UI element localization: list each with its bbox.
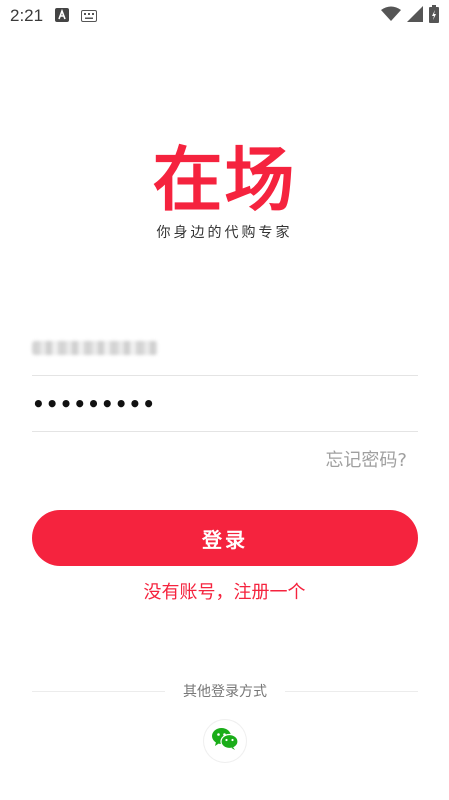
a-notification-icon bbox=[55, 7, 70, 26]
other-login-divider: 其他登录方式 bbox=[32, 680, 418, 702]
login-screen: 2:21 在场 你身边的代购专家 ••••••••• 忘记密码? 登录 没有账号… bbox=[0, 0, 449, 800]
account-input[interactable] bbox=[32, 320, 418, 376]
wifi-icon bbox=[381, 6, 401, 26]
status-bar: 2:21 bbox=[0, 0, 449, 32]
signal-icon bbox=[407, 6, 423, 26]
logo-slogan: 你身边的代购专家 bbox=[156, 225, 293, 241]
wechat-icon bbox=[211, 727, 239, 755]
password-input[interactable]: ••••••••• bbox=[32, 376, 418, 432]
wechat-login-button[interactable] bbox=[204, 720, 246, 762]
forgot-password-link[interactable]: 忘记密码? bbox=[325, 446, 407, 472]
status-time: 2:21 bbox=[10, 6, 44, 25]
divider-line-right bbox=[285, 690, 418, 692]
password-value: ••••••••• bbox=[32, 391, 157, 416]
battery-icon bbox=[429, 5, 439, 27]
logo-title: 在场 bbox=[152, 139, 297, 221]
blurred-account-value bbox=[32, 340, 158, 355]
keyboard-icon bbox=[81, 7, 98, 26]
login-button[interactable]: 登录 bbox=[32, 510, 418, 566]
app-logo: 在场 你身边的代购专家 bbox=[0, 140, 449, 242]
other-login-label: 其他登录方式 bbox=[183, 684, 267, 700]
register-link[interactable]: 没有账号，注册一个 bbox=[0, 578, 449, 604]
divider-line-left bbox=[32, 690, 165, 692]
